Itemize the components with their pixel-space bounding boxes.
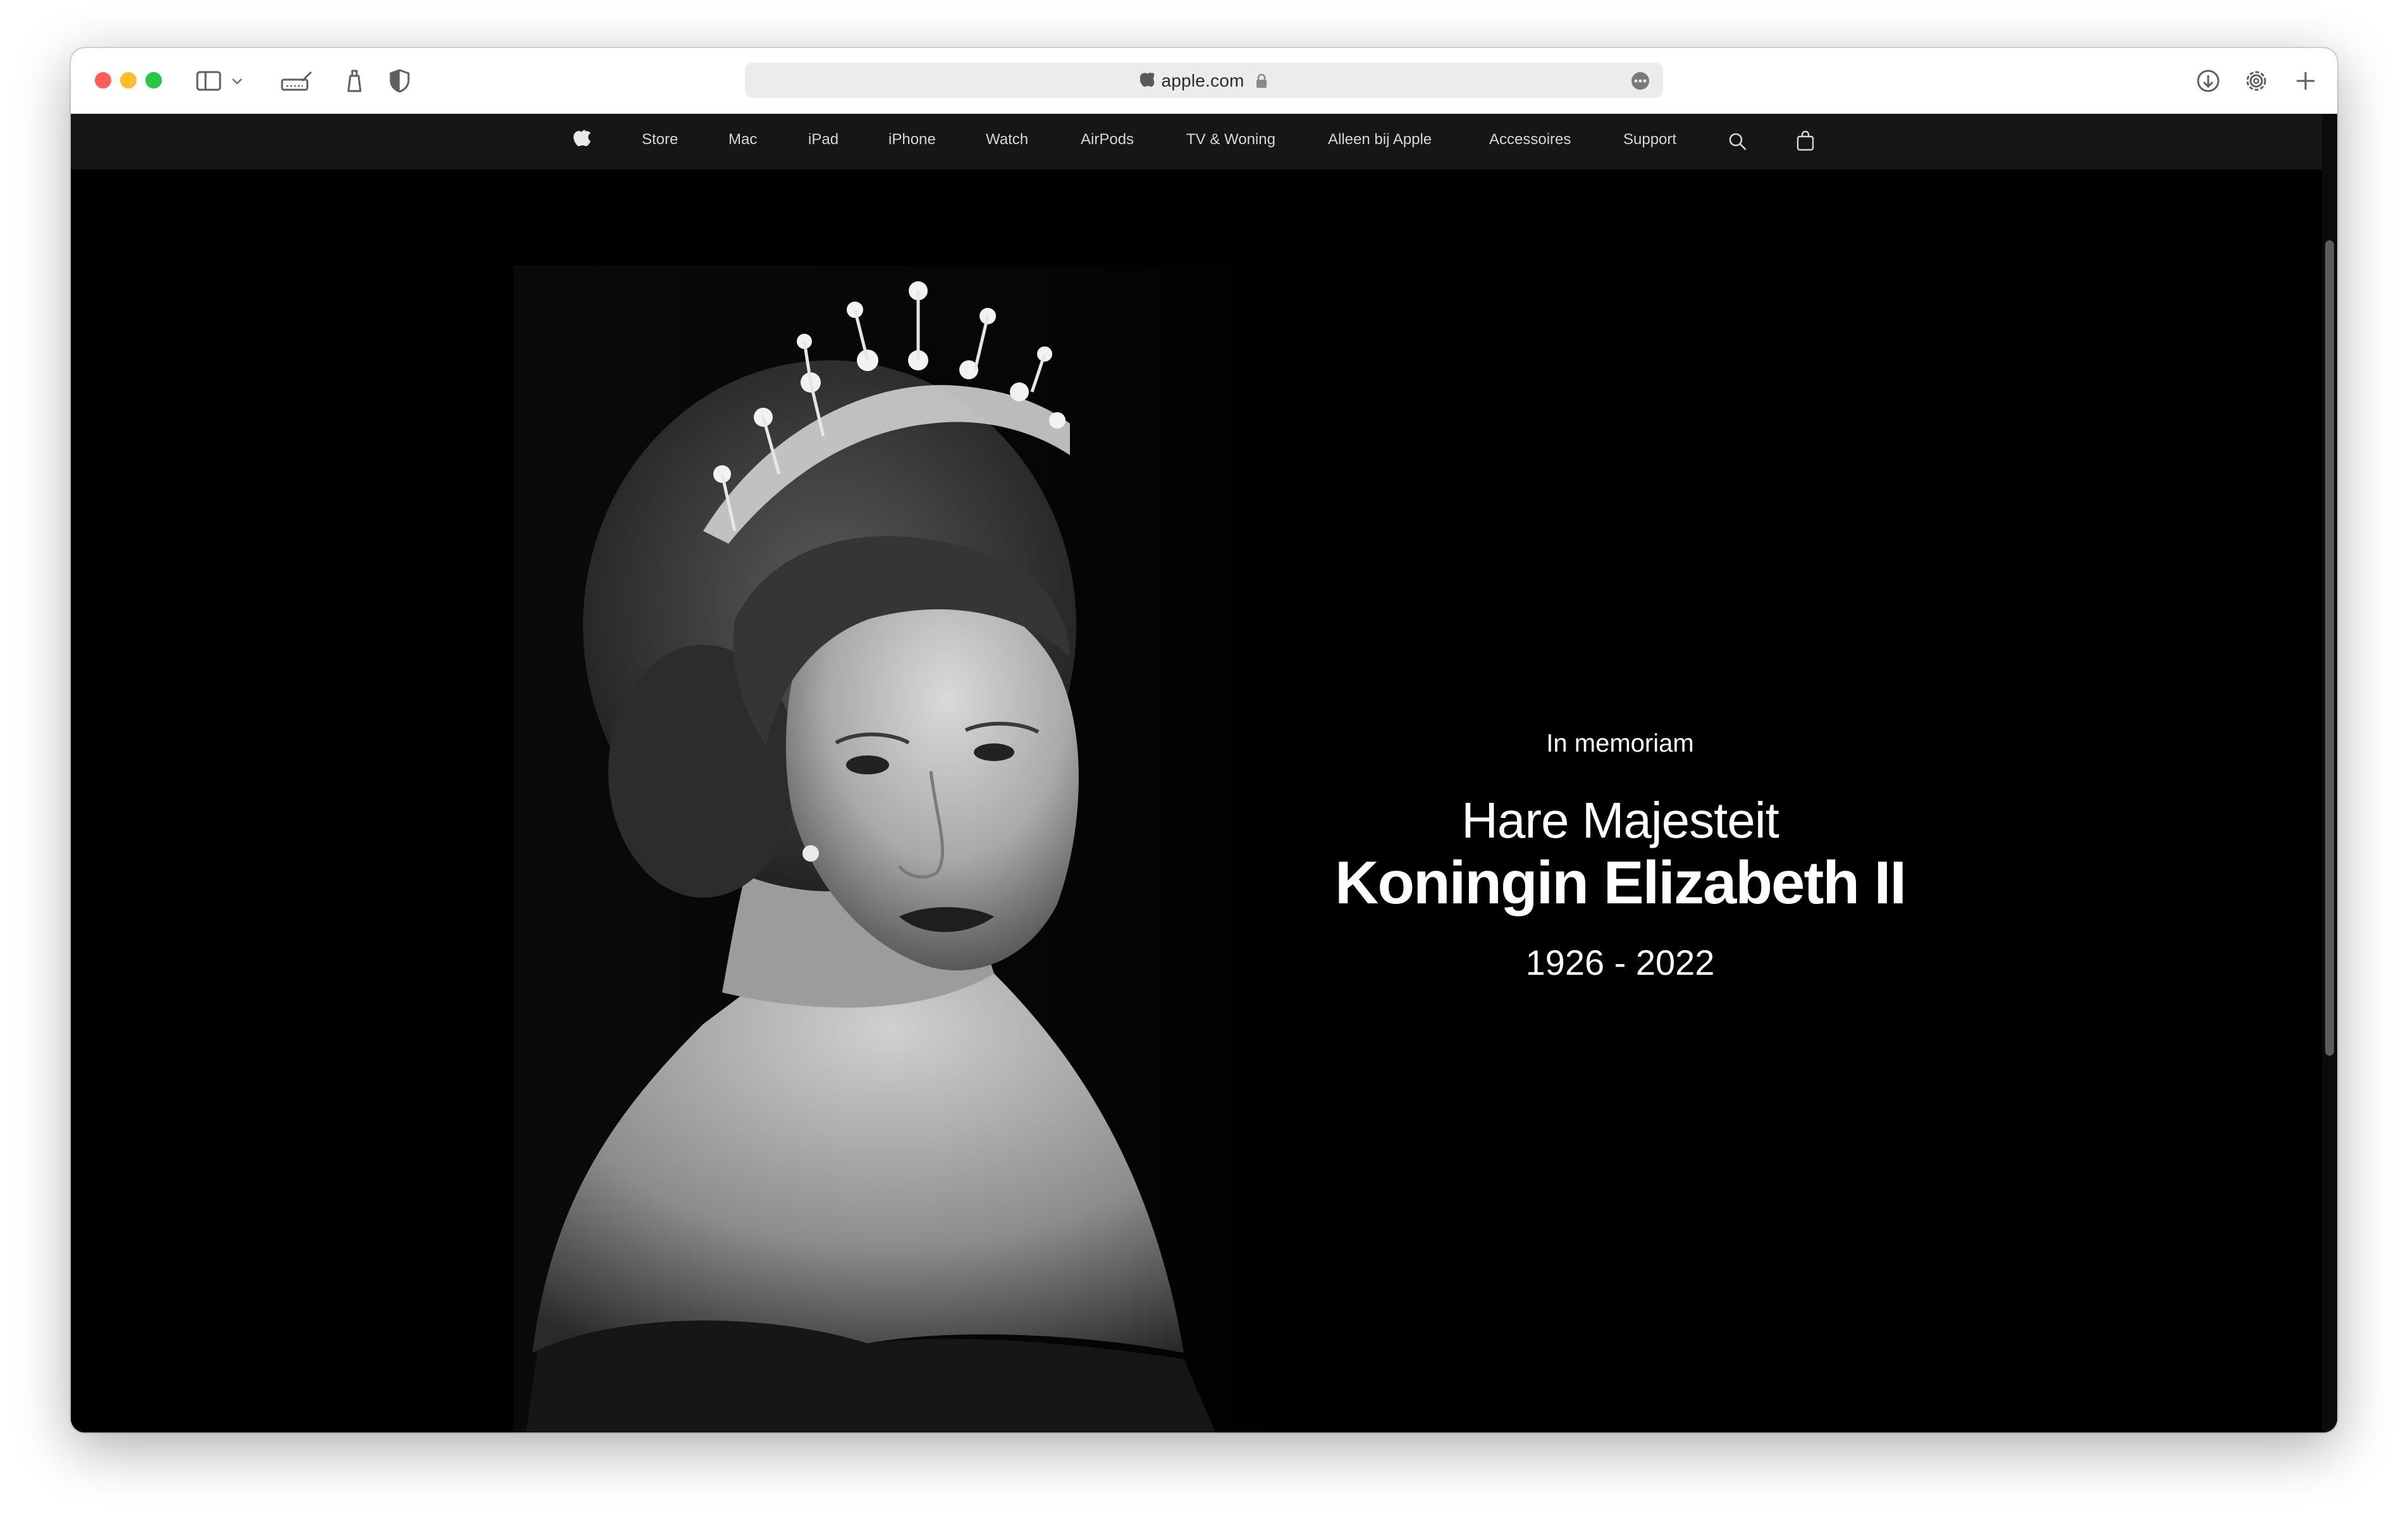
search-icon[interactable]: [1728, 131, 1748, 152]
global-nav: Store Mac iPad iPhone Watch AirPods TV &…: [71, 114, 2337, 169]
lock-icon: [1256, 73, 1267, 88]
close-window-button[interactable]: [95, 72, 111, 89]
nav-item-airpods[interactable]: AirPods: [1081, 131, 1134, 149]
gear-icon[interactable]: [2242, 67, 2270, 95]
sidebar-icon[interactable]: [195, 67, 223, 95]
scrollbar-thumb[interactable]: [2325, 240, 2334, 1056]
nav-item-support[interactable]: Support: [1623, 131, 1676, 149]
bag-icon[interactable]: [1796, 130, 1815, 152]
zoom-window-button[interactable]: [145, 72, 162, 89]
url-display: apple.com: [745, 71, 1663, 91]
download-icon[interactable]: [2194, 67, 2222, 95]
apple-logo-icon: [1139, 72, 1156, 87]
nav-item-watch[interactable]: Watch: [986, 131, 1028, 149]
tab-overview-icon[interactable]: [280, 67, 314, 95]
nav-item-ipad[interactable]: iPad: [808, 131, 838, 149]
queen-portrait-image: [513, 266, 1285, 1432]
url-domain: apple.com: [1161, 71, 1244, 90]
nav-item-iphone[interactable]: iPhone: [888, 131, 936, 149]
nav-item-accessories[interactable]: Accessoires: [1489, 131, 1571, 149]
shield-icon[interactable]: [387, 67, 412, 95]
hero-title-line1: Hare Majesteit: [1461, 792, 1779, 848]
minimize-window-button[interactable]: [120, 72, 137, 89]
nav-item-mac[interactable]: Mac: [728, 131, 757, 149]
plus-icon[interactable]: [2292, 67, 2319, 95]
nav-item-tv-home[interactable]: TV & Woning: [1186, 131, 1275, 149]
scrollbar-track: [2322, 114, 2337, 1432]
memorial-hero: In memoriam Hare Majesteit Koningin Eliz…: [71, 169, 2337, 1432]
hero-years: 1926 - 2022: [1525, 943, 1715, 982]
apple-logo-icon[interactable]: [573, 129, 591, 150]
hero-title-line2: Koningin Elizabeth II: [1335, 849, 1907, 917]
nav-item-only-at-apple[interactable]: Alleen bij Apple: [1328, 131, 1432, 149]
browser-toolbar: apple.com: [71, 48, 2337, 114]
nav-item-store[interactable]: Store: [642, 131, 678, 149]
hero-eyebrow: In memoriam: [1546, 729, 1694, 757]
broom-icon[interactable]: [341, 67, 367, 95]
browser-window: apple.com Store Mac iPad iPhone Watch Ai…: [71, 48, 2337, 1432]
chevron-down-icon[interactable]: [230, 67, 244, 95]
more-icon[interactable]: [1630, 71, 1650, 91]
address-bar[interactable]: apple.com: [745, 63, 1663, 98]
